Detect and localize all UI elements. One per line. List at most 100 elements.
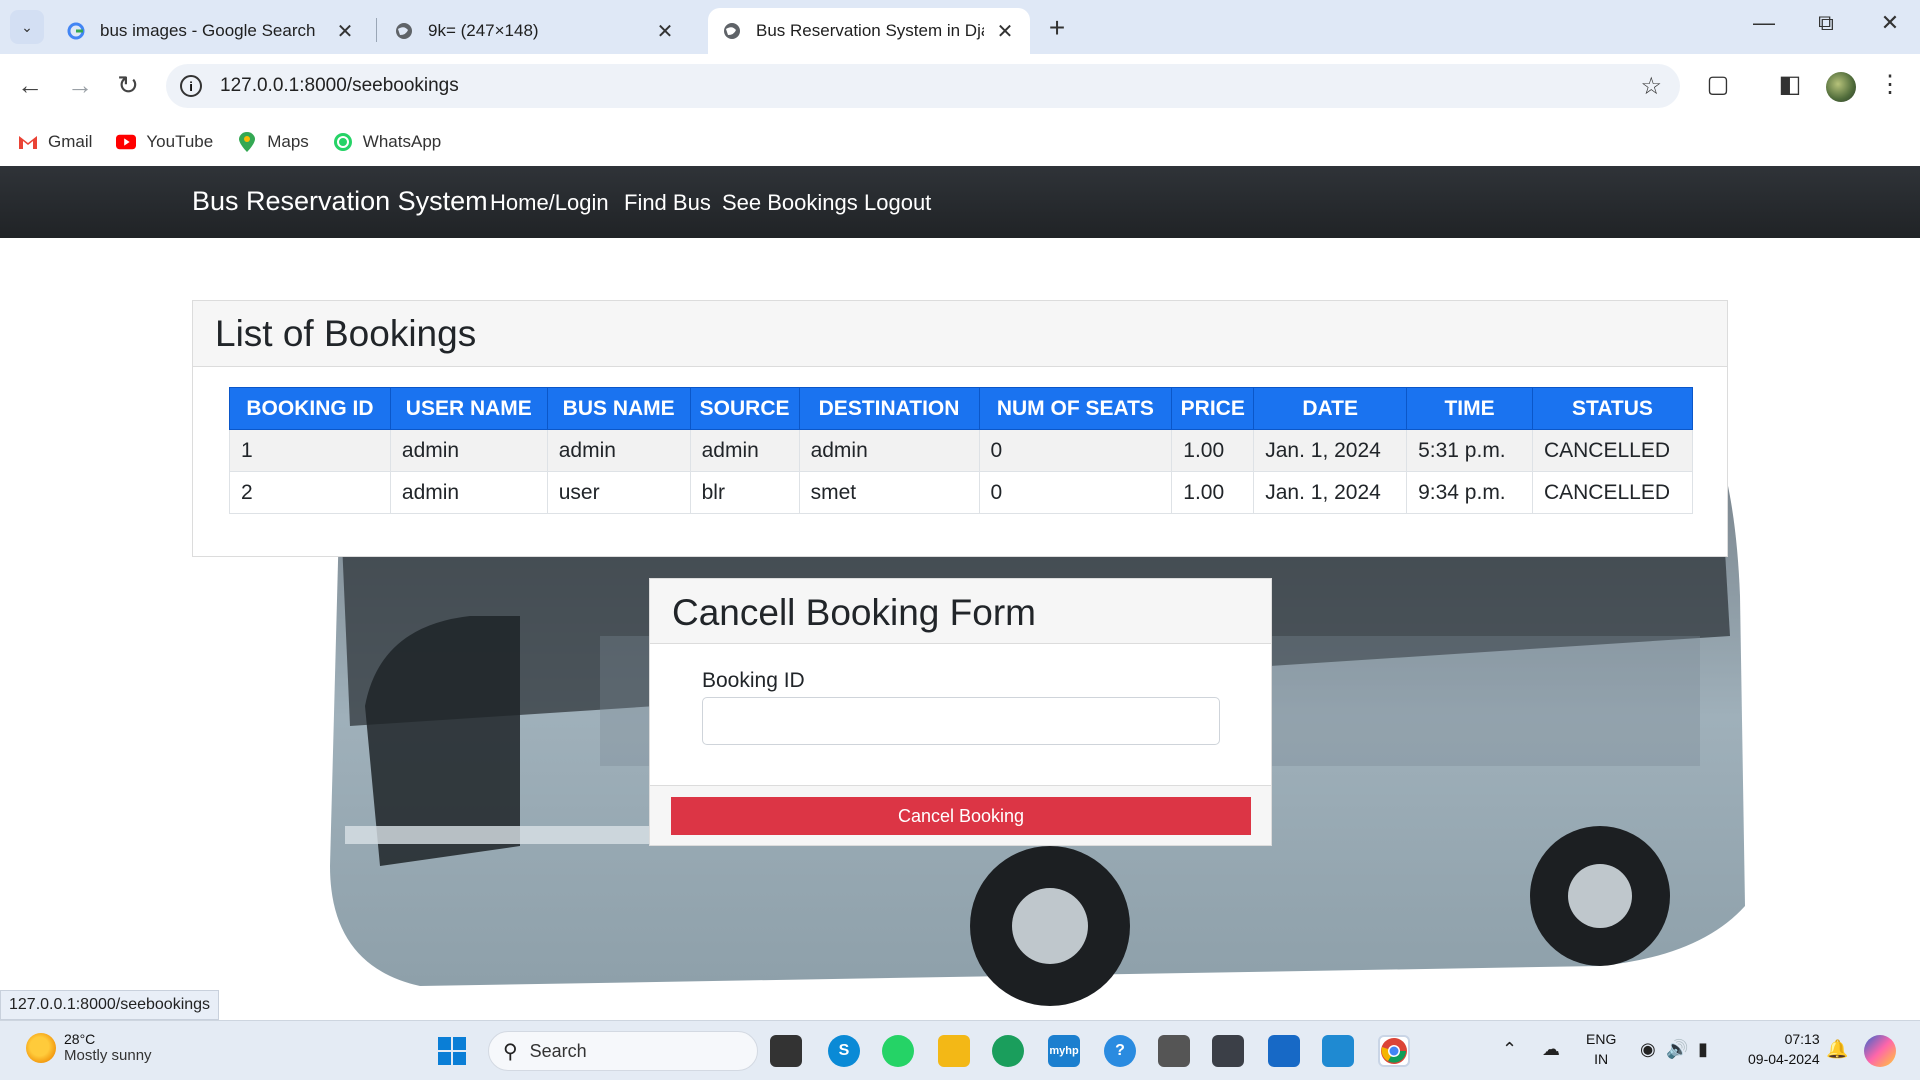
tab-separator xyxy=(376,18,377,42)
weather-sun-icon xyxy=(26,1032,56,1063)
menu-icon[interactable]: ⋮ xyxy=(1874,70,1906,99)
chevron-up-icon[interactable]: ⌃ xyxy=(1502,1039,1517,1060)
bookmarks-bar: Gmail YouTube Maps WhatsApp xyxy=(0,118,1920,166)
store-icon[interactable] xyxy=(1268,1035,1300,1067)
chevron-down-icon: ⌄ xyxy=(21,18,33,35)
table-cell: admin xyxy=(389,471,548,514)
gmail-icon xyxy=(18,132,38,152)
table-cell: CANCELLED xyxy=(1531,471,1694,514)
copilot-icon[interactable] xyxy=(1864,1035,1896,1067)
vscode-icon[interactable] xyxy=(1322,1035,1354,1067)
tab-google-search[interactable]: bus images - Google Search ✕ xyxy=(52,8,370,54)
notification-bell-icon[interactable]: 🔔 xyxy=(1826,1039,1848,1060)
hp-app-icon[interactable]: myhp xyxy=(1048,1035,1080,1067)
tab-search-button[interactable]: ⌄ xyxy=(10,10,44,44)
cancel-card-footer: Cancel Booking xyxy=(650,785,1271,845)
table-cell: 5:31 p.m. xyxy=(1406,429,1533,472)
whatsapp-icon xyxy=(333,132,353,152)
onedrive-cloud-icon[interactable]: ☁ xyxy=(1542,1039,1560,1060)
table-cell: admin xyxy=(689,429,800,472)
table-header-row: BOOKING ID USER NAME BUS NAME SOURCE DES… xyxy=(229,387,1694,430)
edge-icon[interactable] xyxy=(992,1035,1024,1067)
minimize-button[interactable]: — xyxy=(1744,10,1784,36)
taskbar-search-box[interactable]: ⚲ Search xyxy=(488,1031,758,1071)
language-indicator[interactable]: ENG IN xyxy=(1586,1029,1616,1069)
cancel-booking-button[interactable]: Cancel Booking xyxy=(671,797,1251,835)
globe-icon xyxy=(396,23,412,39)
calculator-icon[interactable] xyxy=(1212,1035,1244,1067)
column-header: BOOKING ID xyxy=(229,387,391,430)
volume-icon[interactable]: 🔊 xyxy=(1666,1039,1688,1060)
bookings-title: List of Bookings xyxy=(215,313,477,354)
table-row: 2 admin user blr smet 0 1.00 Jan. 1, 202… xyxy=(229,471,1694,514)
close-icon[interactable]: ✕ xyxy=(334,19,356,44)
column-header: SOURCE xyxy=(689,387,800,430)
bookings-card-header: List of Bookings xyxy=(193,301,1727,367)
search-icon: ⚲ xyxy=(503,1040,518,1063)
table-cell: admin xyxy=(389,429,548,472)
column-header: PRICE xyxy=(1171,387,1255,430)
close-icon[interactable]: ✕ xyxy=(654,19,676,44)
omnibox[interactable]: i 127.0.0.1:8000/seebookings ☆ xyxy=(166,64,1680,108)
bookmark-whatsapp[interactable]: WhatsApp xyxy=(333,132,441,152)
bookmark-star-icon[interactable]: ☆ xyxy=(1640,72,1662,101)
skype-icon[interactable]: S xyxy=(828,1035,860,1067)
table-cell: smet xyxy=(798,471,980,514)
bookmark-youtube[interactable]: YouTube xyxy=(116,132,213,152)
top-navbar: Bus Reservation System Home/Login Find B… xyxy=(0,166,1920,238)
file-explorer-icon[interactable] xyxy=(938,1035,970,1067)
extensions-icon[interactable]: ▢ xyxy=(1702,70,1734,99)
weather-desc: Mostly sunny xyxy=(64,1047,152,1064)
tab-image[interactable]: 9k= (247×148) ✕ xyxy=(380,8,690,54)
camera-icon[interactable] xyxy=(1158,1035,1190,1067)
help-icon[interactable]: ? xyxy=(1104,1035,1136,1067)
close-window-button[interactable]: ✕ xyxy=(1870,10,1910,36)
table-cell: 1.00 xyxy=(1171,429,1255,472)
tab-strip: ⌄ bus images - Google Search ✕ 9k= (247×… xyxy=(0,0,1920,54)
bookmark-gmail[interactable]: Gmail xyxy=(18,132,92,152)
booking-id-input[interactable] xyxy=(702,697,1220,745)
table-cell: 1 xyxy=(229,429,391,472)
whatsapp-taskbar-icon[interactable] xyxy=(882,1035,914,1067)
status-bar-url: 127.0.0.1:8000/seebookings xyxy=(0,990,220,1020)
weather-temp: 28°C xyxy=(64,1031,96,1047)
chrome-taskbar-icon[interactable] xyxy=(1378,1035,1410,1067)
address-bar-row: ← → ↻ i 127.0.0.1:8000/seebookings ☆ ▢ ◧… xyxy=(0,54,1920,118)
table-cell: 9:34 p.m. xyxy=(1406,471,1533,514)
table-cell: 2 xyxy=(229,471,391,514)
brand-link[interactable]: Bus Reservation System xyxy=(192,186,488,217)
column-header: BUS NAME xyxy=(546,387,691,430)
nav-see-bookings[interactable]: See Bookings xyxy=(722,190,858,216)
nav-logout[interactable]: Logout xyxy=(864,190,931,216)
column-header: DATE xyxy=(1253,387,1408,430)
cancel-form-title: Cancell Booking Form xyxy=(672,592,1036,633)
start-button[interactable] xyxy=(436,1035,468,1067)
forward-button[interactable]: → xyxy=(64,70,96,101)
table-cell: user xyxy=(546,471,691,514)
restore-button[interactable]: ⧉ xyxy=(1806,10,1846,36)
system-clock[interactable]: 07:13 09-04-2024 xyxy=(1748,1029,1820,1069)
table-cell: Jan. 1, 2024 xyxy=(1253,429,1408,472)
battery-icon[interactable]: ▮ xyxy=(1698,1039,1708,1060)
profile-avatar[interactable] xyxy=(1826,72,1856,102)
bookmark-maps[interactable]: Maps xyxy=(237,132,309,152)
maps-pin-icon xyxy=(237,132,257,152)
nav-find-bus[interactable]: Find Bus xyxy=(624,190,711,216)
back-button[interactable]: ← xyxy=(14,70,46,101)
side-panel-icon[interactable]: ◧ xyxy=(1774,70,1806,99)
close-icon[interactable]: ✕ xyxy=(994,19,1016,44)
reload-button[interactable]: ↻ xyxy=(112,70,144,101)
tab-bus-reservation[interactable]: Bus Reservation System in Djan ✕ xyxy=(708,8,1030,54)
new-tab-button[interactable]: + xyxy=(1042,12,1072,44)
task-view-icon[interactable] xyxy=(770,1035,802,1067)
nav-home-login[interactable]: Home/Login xyxy=(490,190,609,216)
cancel-booking-card: Cancell Booking Form Booking ID Cancel B… xyxy=(649,578,1272,846)
chrome-icon xyxy=(1381,1038,1407,1064)
table-cell: blr xyxy=(689,471,800,514)
site-info-icon[interactable]: i xyxy=(180,75,202,97)
table-cell: CANCELLED xyxy=(1531,429,1694,472)
wifi-icon[interactable]: ◉ xyxy=(1640,1039,1656,1060)
weather-widget[interactable]: 28°C Mostly sunny xyxy=(26,1031,152,1064)
url-text[interactable]: 127.0.0.1:8000/seebookings xyxy=(220,75,459,97)
windows-icon xyxy=(438,1037,466,1065)
